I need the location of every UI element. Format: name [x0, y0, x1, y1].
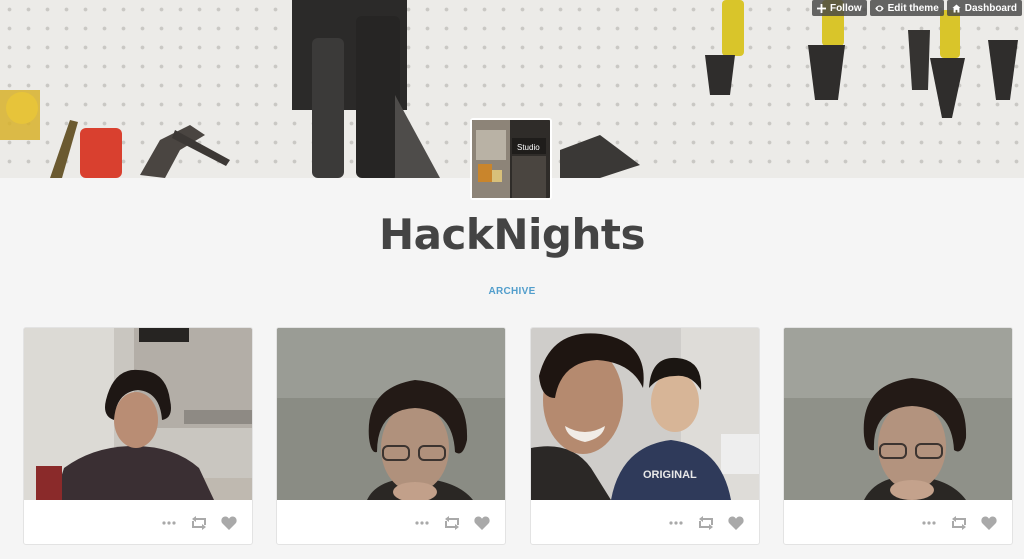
blog-controls: Follow Edit theme Dashboard [811, 0, 1022, 16]
heart-icon[interactable] [980, 515, 998, 531]
post-footer [784, 500, 1012, 544]
post-photo[interactable] [784, 328, 1012, 500]
avatar-sign-text: Studio [517, 143, 540, 152]
reblog-icon[interactable] [190, 515, 208, 531]
blog-avatar[interactable]: Studio [470, 118, 552, 200]
photo-man-glasses [277, 328, 505, 500]
photo-man-in-office [24, 328, 252, 500]
post-card[interactable] [23, 327, 253, 545]
more-icon[interactable] [413, 515, 431, 531]
post-footer [277, 500, 505, 544]
follow-label: Follow [829, 2, 862, 14]
dashboard-button[interactable]: Dashboard [946, 0, 1022, 16]
post-photo[interactable]: ORIGINAL [531, 328, 759, 500]
reblog-icon[interactable] [443, 515, 461, 531]
more-icon[interactable] [667, 515, 685, 531]
archive-link[interactable]: ARCHIVE [0, 286, 1024, 297]
follow-button[interactable]: Follow [811, 0, 867, 16]
heart-icon[interactable] [220, 515, 238, 531]
post-card[interactable] [783, 327, 1013, 545]
post-footer [24, 500, 252, 544]
heart-icon[interactable] [727, 515, 745, 531]
heart-icon[interactable] [473, 515, 491, 531]
home-icon [952, 3, 961, 13]
photo-two-men-selfie: ORIGINAL [531, 328, 759, 500]
shirt-print: ORIGINAL [643, 469, 697, 481]
eye-icon [875, 5, 884, 11]
dashboard-label: Dashboard [964, 2, 1017, 14]
edit-theme-button[interactable]: Edit theme [869, 0, 944, 16]
more-icon[interactable] [920, 515, 938, 531]
post-photo[interactable] [277, 328, 505, 500]
post-footer [531, 500, 759, 544]
post-photo[interactable] [24, 328, 252, 500]
blog-title[interactable]: HackNights [0, 210, 1024, 259]
photo-man-glasses-2 [784, 328, 1012, 500]
post-card[interactable] [276, 327, 506, 545]
post-card[interactable]: ORIGINAL [530, 327, 760, 545]
plus-icon [816, 3, 826, 13]
edit-theme-label: Edit theme [887, 2, 939, 14]
more-icon[interactable] [160, 515, 178, 531]
reblog-icon[interactable] [950, 515, 968, 531]
avatar-image: Studio [472, 120, 550, 198]
reblog-icon[interactable] [697, 515, 715, 531]
